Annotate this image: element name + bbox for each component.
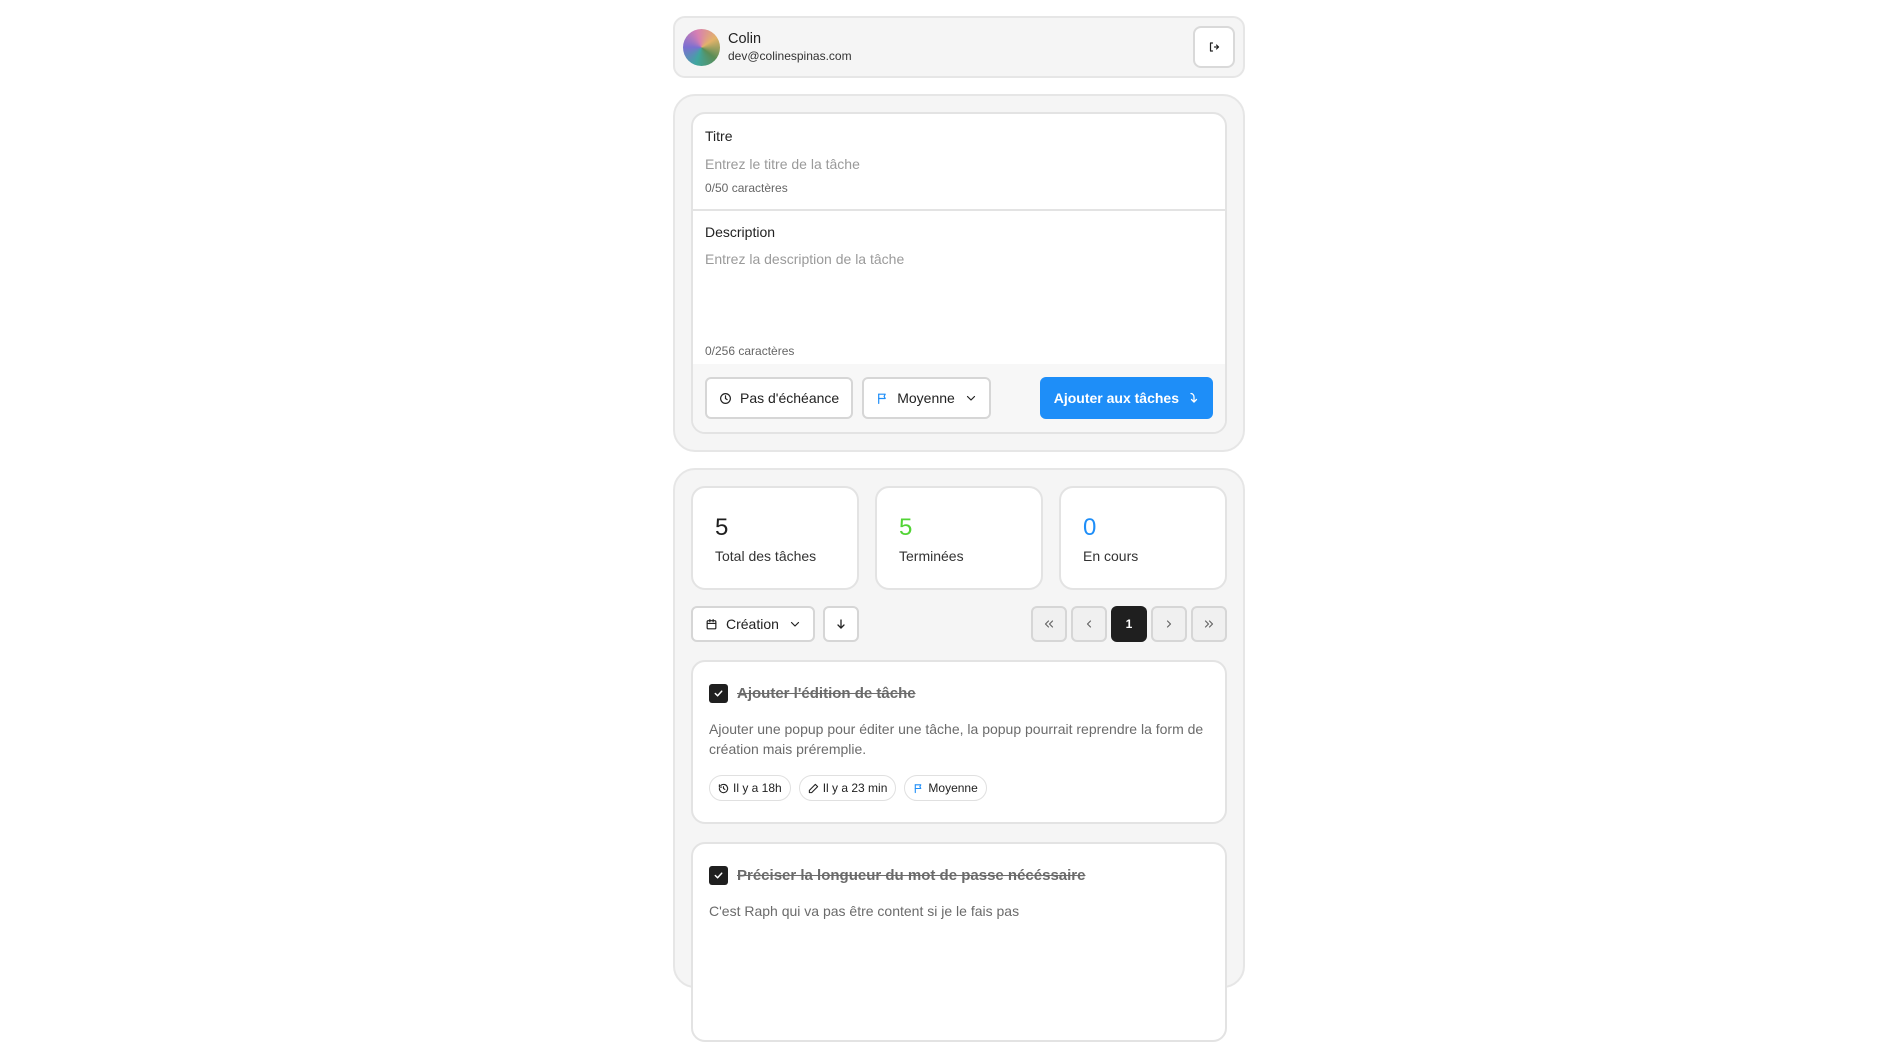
user-card: Colin dev@colinespinas.com <box>673 16 1245 78</box>
title-input[interactable] <box>705 156 1213 172</box>
sort-select[interactable]: Création <box>691 606 815 642</box>
chevrons-right-icon <box>1204 620 1214 628</box>
priority-label: Moyenne <box>897 390 955 406</box>
created-chip-label: Il y a 18h <box>733 781 782 795</box>
due-date-button[interactable]: Pas d'échéance <box>705 377 854 419</box>
task-card[interactable]: Préciser la longueur du mot de passe néc… <box>691 842 1227 1042</box>
description-label: Description <box>705 224 776 240</box>
chevron-down-icon <box>790 621 800 627</box>
check-icon <box>714 690 723 697</box>
tasks-panel: 5 Total des tâches 5 Terminées 0 En cour… <box>673 468 1245 1042</box>
task-title: Ajouter l'édition de tâche <box>737 685 916 702</box>
task-title: Préciser la longueur du mot de passe néc… <box>737 867 1086 884</box>
stat-in-progress: 0 En cours <box>1059 486 1227 590</box>
stat-total-label: Total des tâches <box>715 548 817 564</box>
user-info: Colin dev@colinespinas.com <box>728 30 1193 64</box>
title-field: Titre 0/50 caractères <box>693 114 1225 211</box>
logout-icon <box>1209 42 1220 52</box>
add-task-button[interactable]: Ajouter aux tâches <box>1039 377 1213 419</box>
priority-select[interactable]: Moyenne <box>862 377 991 419</box>
chevron-down-icon <box>966 395 975 401</box>
add-task-label: Ajouter aux tâches <box>1053 390 1179 406</box>
flag-icon <box>915 783 922 793</box>
pencil-icon <box>808 783 818 793</box>
task-header: Ajouter l'édition de tâche <box>709 684 1209 703</box>
flag-icon <box>878 393 887 404</box>
next-page-button[interactable] <box>1151 606 1187 642</box>
chevron-left-icon <box>1086 620 1092 628</box>
tasks-toolbar: Création 1 <box>691 606 1227 642</box>
stat-total-value: 5 <box>715 514 729 541</box>
current-page-button[interactable]: 1 <box>1111 606 1147 642</box>
description-field: Description 0/256 caractères <box>693 211 1225 366</box>
create-task-panel: Titre 0/50 caractères Description 0/256 … <box>673 94 1245 452</box>
due-date-label: Pas d'échéance <box>740 390 840 406</box>
logout-button[interactable] <box>1193 26 1235 68</box>
last-page-button[interactable] <box>1191 606 1227 642</box>
pagination: 1 <box>1031 606 1227 642</box>
create-task-form: Titre 0/50 caractères Description 0/256 … <box>691 112 1227 434</box>
arrow-down-icon <box>837 619 845 629</box>
stat-total: 5 Total des tâches <box>691 486 859 590</box>
task-header: Préciser la longueur du mot de passe néc… <box>709 866 1209 885</box>
calendar-icon <box>706 618 717 629</box>
check-icon <box>714 872 723 879</box>
chevrons-left-icon <box>1044 620 1054 628</box>
task-description: Ajouter une popup pour éditer une tâche,… <box>709 721 1204 757</box>
stat-completed-value: 5 <box>899 514 913 541</box>
task-checkbox[interactable] <box>709 684 728 703</box>
priority-chip: Moyenne <box>904 775 987 801</box>
corner-down-right-icon <box>1190 392 1198 403</box>
clock-icon <box>720 392 731 404</box>
form-actions: Pas d'échéance Moyenne Ajouter aux tâche… <box>693 364 1225 432</box>
stats-row: 5 Total des tâches 5 Terminées 0 En cour… <box>691 486 1227 590</box>
stat-completed: 5 Terminées <box>875 486 1043 590</box>
avatar <box>683 28 720 66</box>
stat-completed-label: Terminées <box>899 548 964 564</box>
description-input[interactable] <box>705 251 1213 321</box>
stat-in-progress-value: 0 <box>1083 514 1097 541</box>
task-checkbox[interactable] <box>709 866 728 885</box>
chevron-right-icon <box>1166 620 1172 628</box>
user-email: dev@colinespinas.com <box>728 49 852 63</box>
description-counter: 0/256 caractères <box>705 344 795 358</box>
task-description: C'est Raph qui va pas être content si je… <box>709 903 1020 919</box>
history-icon <box>718 783 729 793</box>
priority-chip-label: Moyenne <box>928 781 978 795</box>
task-meta: Il y a 18h Il y a 23 min Moyenne <box>709 775 1209 801</box>
first-page-button[interactable] <box>1031 606 1067 642</box>
previous-page-button[interactable] <box>1071 606 1107 642</box>
title-label: Titre <box>705 128 733 144</box>
user-name: Colin <box>728 31 762 47</box>
edited-chip: Il y a 23 min <box>798 775 897 801</box>
sort-direction-button[interactable] <box>822 606 859 642</box>
stat-in-progress-label: En cours <box>1083 548 1139 564</box>
title-counter: 0/50 caractères <box>705 181 788 195</box>
sort-label: Création <box>726 616 779 632</box>
edited-chip-label: Il y a 23 min <box>822 781 888 795</box>
task-card[interactable]: Ajouter l'édition de tâche Ajouter une p… <box>691 660 1227 824</box>
created-chip: Il y a 18h <box>709 775 791 801</box>
